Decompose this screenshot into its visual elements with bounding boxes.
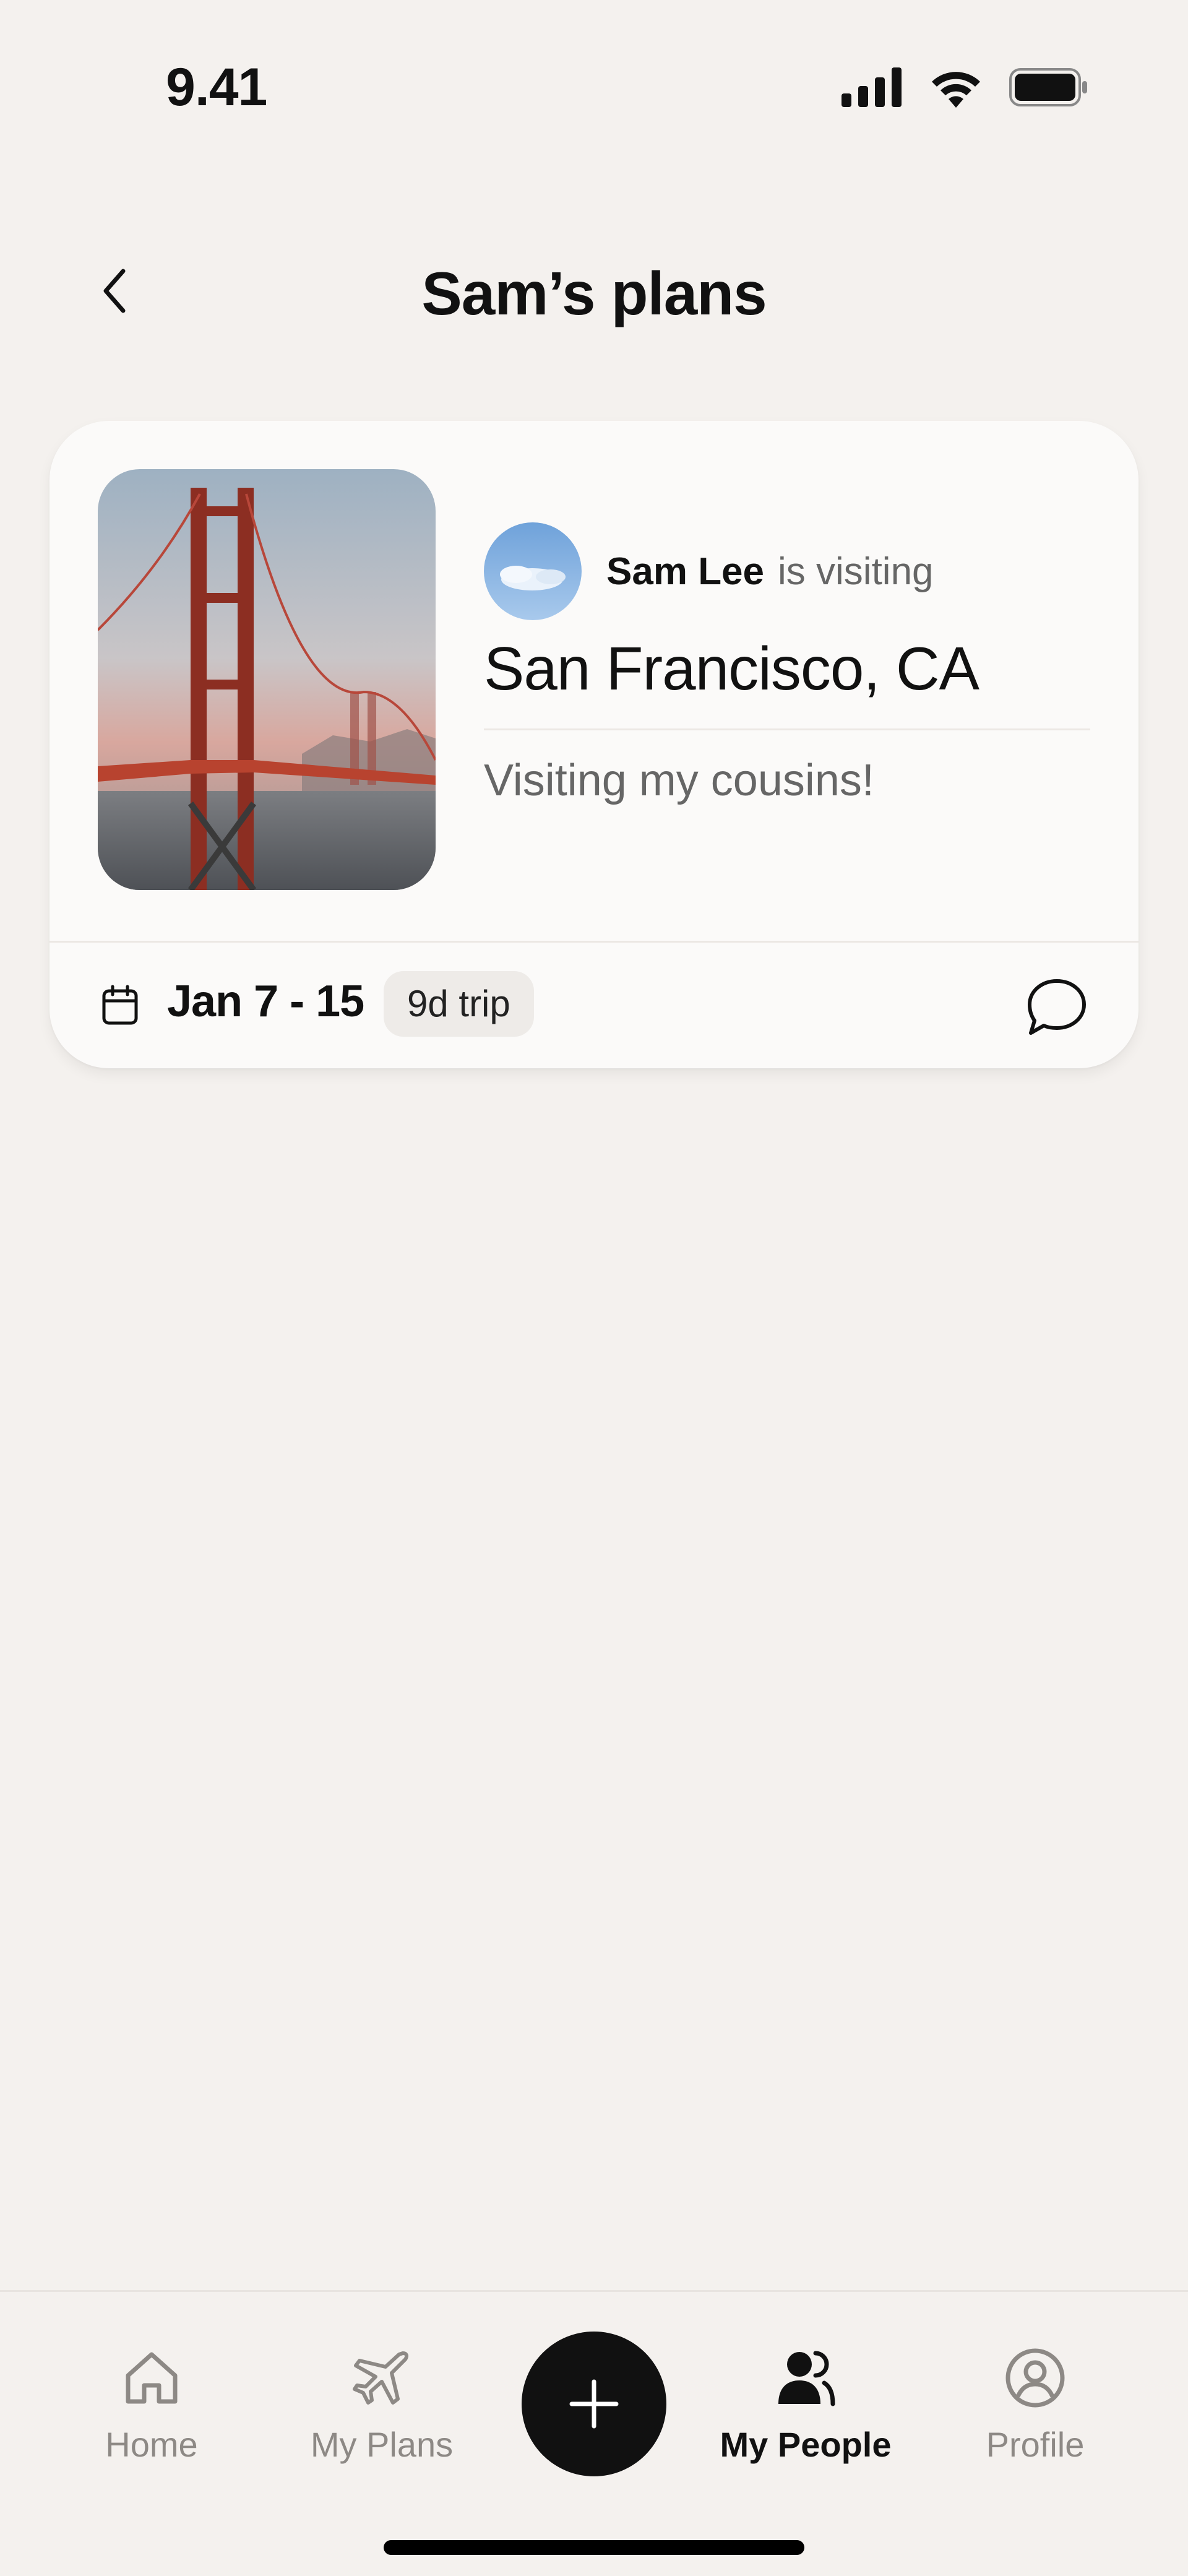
tab-label: Home (105, 2425, 198, 2464)
header: Sam’s plans (0, 235, 1188, 359)
visitor-name[interactable]: Sam Lee (606, 550, 764, 594)
trip-duration-badge: 9d trip (384, 971, 534, 1037)
home-indicator (384, 2540, 804, 2555)
tab-my-plans[interactable]: My Plans (289, 2344, 475, 2492)
destination-title: San Francisco, CA (484, 634, 979, 702)
plan-note: Visiting my cousins! (484, 756, 874, 805)
visitor-row: Sam Lee is visiting (484, 522, 1090, 620)
plans-screen: 9.41 Sam’s plans Sam Lee is visiting San… (0, 0, 1188, 2576)
tab-home[interactable]: Home (59, 2344, 244, 2492)
tab-label: Profile (986, 2425, 1085, 2464)
cellular-signal-icon (842, 67, 902, 107)
chat-bubble-icon (1028, 979, 1086, 1035)
plan-card[interactable]: Sam Lee is visiting San Francisco, CA Vi… (50, 421, 1138, 1068)
airplane-icon (348, 2344, 416, 2412)
status-time: 9.41 (166, 58, 267, 117)
tab-profile[interactable]: Profile (942, 2344, 1128, 2492)
bottom-tab-bar: Home My Plans My People Profile (0, 2290, 1188, 2576)
divider (484, 728, 1090, 730)
tab-label: My Plans (310, 2425, 454, 2464)
status-bar: 9.41 (0, 0, 1188, 173)
profile-icon (1001, 2344, 1069, 2412)
battery-icon (1009, 68, 1087, 106)
plus-icon (569, 2379, 619, 2429)
sky-avatar (484, 522, 582, 620)
calendar-icon (102, 985, 138, 1025)
trip-dates: Jan 7 - 15 (167, 977, 364, 1026)
plan-info: Sam Lee is visiting San Francisco, CA Vi… (484, 522, 1090, 806)
avatar[interactable] (484, 522, 582, 620)
plan-card-footer: Jan 7 - 15 9d trip (50, 941, 1138, 1068)
visitor-status-text: is visiting (778, 550, 934, 593)
destination-photo (98, 469, 436, 890)
page-title: Sam’s plans (421, 259, 767, 327)
people-icon (772, 2344, 840, 2412)
wifi-icon (932, 72, 980, 108)
status-icons (842, 67, 1089, 108)
home-icon (118, 2344, 186, 2412)
chat-button[interactable] (1025, 975, 1089, 1039)
golden-gate-bridge-photo (98, 469, 436, 890)
tab-label: My People (720, 2425, 892, 2464)
add-plan-button[interactable] (522, 2332, 666, 2476)
tab-my-people[interactable]: My People (713, 2344, 898, 2492)
